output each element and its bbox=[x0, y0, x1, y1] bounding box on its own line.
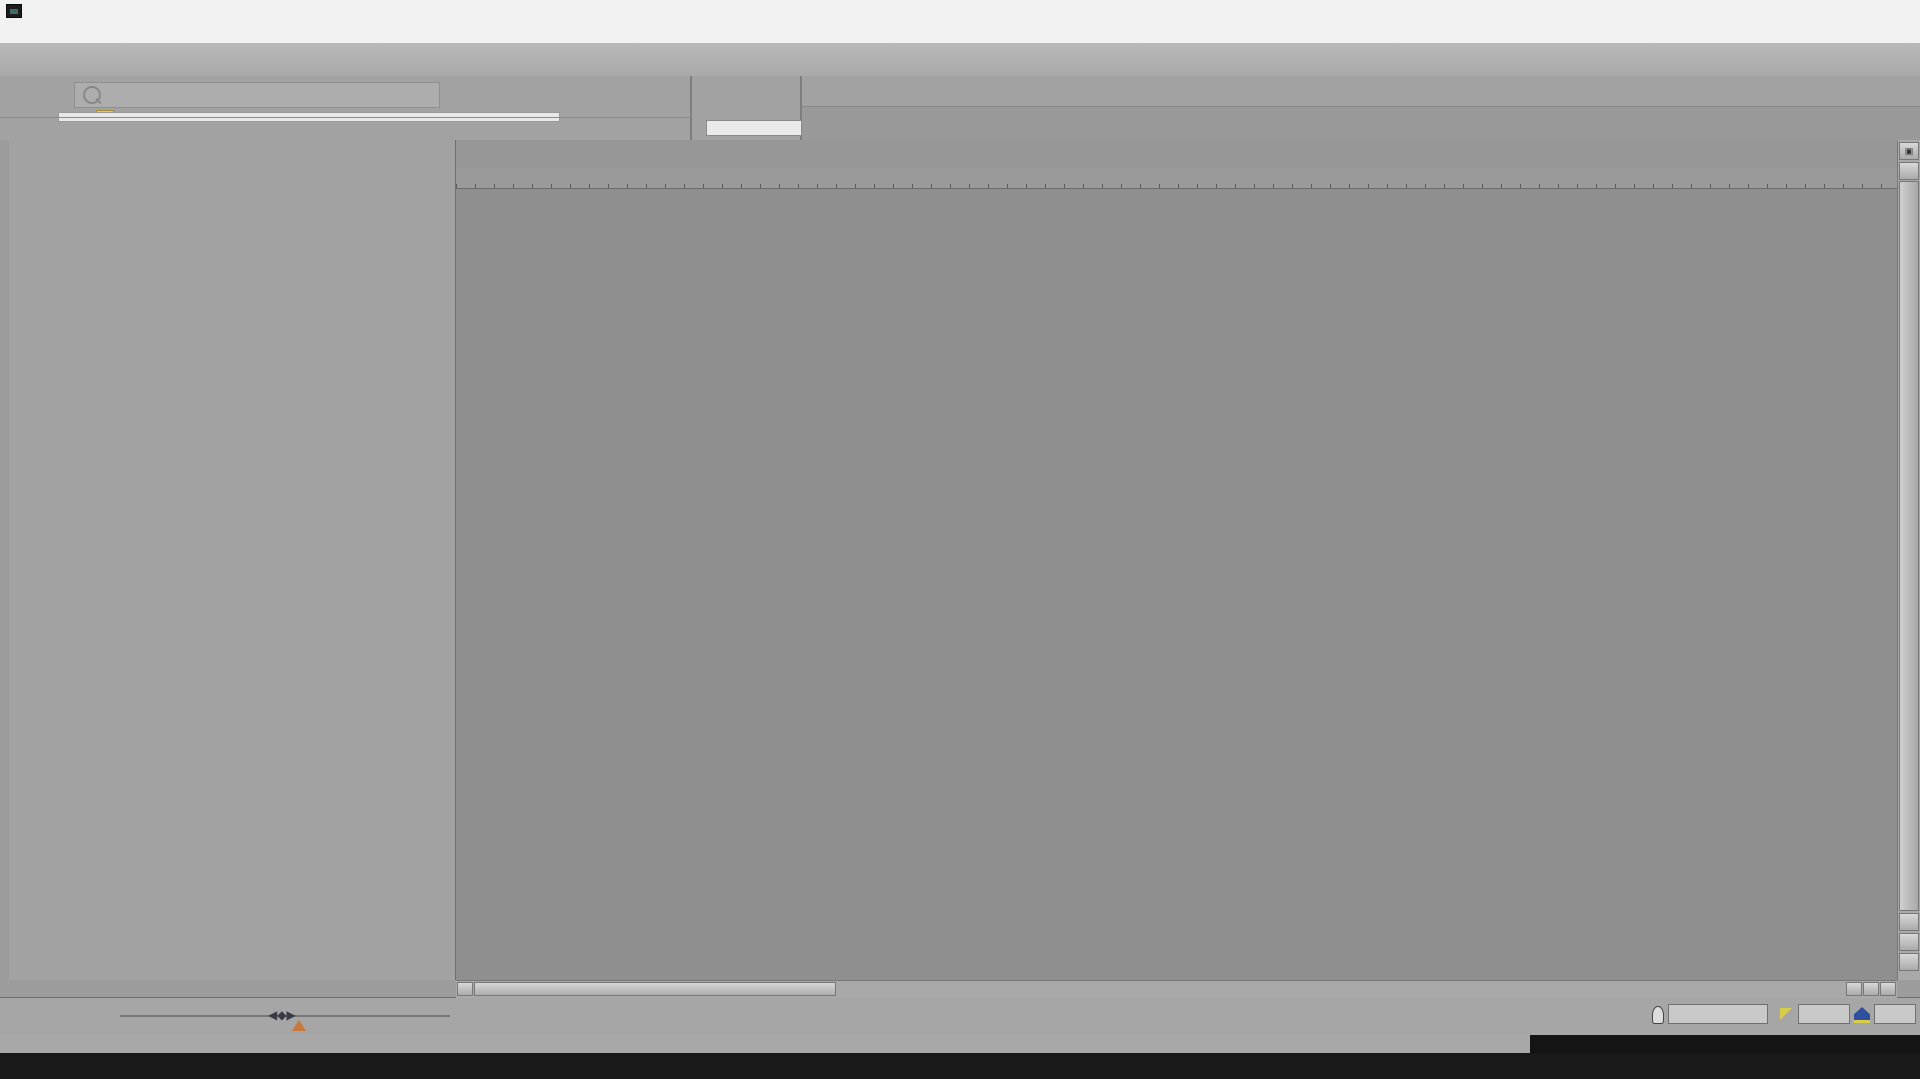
playback-rate-area: ◀◆▶ bbox=[0, 998, 455, 1036]
timeline[interactable] bbox=[456, 140, 1897, 980]
minimize-button[interactable] bbox=[1785, 0, 1830, 22]
status-bar bbox=[0, 1035, 1920, 1053]
horizontal-scrollbar[interactable] bbox=[456, 980, 1897, 998]
vegas-pro-window: ▣ ◀◆▶ bbox=[0, 0, 1920, 1079]
edit-details-corner-icon[interactable]: ▣ bbox=[1899, 142, 1919, 160]
zoom-in-timeline-icon[interactable] bbox=[1880, 982, 1896, 996]
selection-length-field[interactable] bbox=[1874, 1004, 1916, 1024]
search-icon bbox=[83, 86, 101, 104]
record-duration-text bbox=[1530, 1035, 1920, 1053]
main-toolbar bbox=[0, 43, 1920, 77]
maximize-button[interactable] bbox=[1830, 0, 1875, 22]
horizontal-scroll-thumb[interactable] bbox=[474, 982, 836, 996]
scroll-left-icon[interactable] bbox=[457, 982, 473, 996]
marker-bar[interactable] bbox=[456, 140, 1897, 169]
panel-controls bbox=[802, 76, 814, 81]
media-generators-panel bbox=[0, 76, 692, 140]
scroll-up-icon[interactable] bbox=[1899, 162, 1919, 180]
panel-controls bbox=[0, 76, 12, 81]
zoom-out-timeline-icon[interactable] bbox=[1863, 982, 1879, 996]
selection-start-field[interactable] bbox=[1798, 1004, 1850, 1024]
app-icon bbox=[6, 4, 22, 18]
cursor-position-field[interactable] bbox=[1668, 1004, 1768, 1024]
preview-info-bar bbox=[802, 106, 1920, 141]
window-dock-area bbox=[0, 76, 1920, 141]
dock-tab-strip bbox=[0, 117, 690, 140]
module-search-input[interactable] bbox=[74, 82, 440, 108]
transport-bar-row: ◀◆▶ bbox=[0, 997, 1920, 1036]
panel-controls bbox=[692, 76, 704, 140]
vertical-scroll-thumb[interactable] bbox=[1899, 181, 1919, 911]
time-ruler[interactable] bbox=[456, 168, 1897, 189]
trimmer-scrollbar[interactable] bbox=[706, 120, 802, 136]
title-bar bbox=[0, 0, 1920, 23]
track-header-column bbox=[9, 140, 456, 980]
selection-start-icon bbox=[1780, 1008, 1792, 1020]
track-view: ▣ bbox=[0, 140, 1920, 980]
rate-center-marker-icon[interactable] bbox=[292, 1020, 306, 1031]
vertical-scrollbar[interactable]: ▣ bbox=[1897, 140, 1920, 980]
video-preview-panel bbox=[802, 76, 1920, 141]
trimmer-panel bbox=[692, 76, 802, 140]
menu-bar bbox=[0, 22, 1920, 44]
zoom-in-vertical-icon[interactable] bbox=[1899, 933, 1919, 951]
scroll-down-icon[interactable] bbox=[1899, 913, 1919, 931]
cursor-position-icon bbox=[1652, 1006, 1664, 1024]
scroll-right-icon[interactable] bbox=[1846, 982, 1862, 996]
windows-taskbar bbox=[0, 1053, 1920, 1079]
zoom-out-vertical-icon[interactable] bbox=[1899, 953, 1919, 971]
close-button[interactable] bbox=[1875, 0, 1920, 22]
